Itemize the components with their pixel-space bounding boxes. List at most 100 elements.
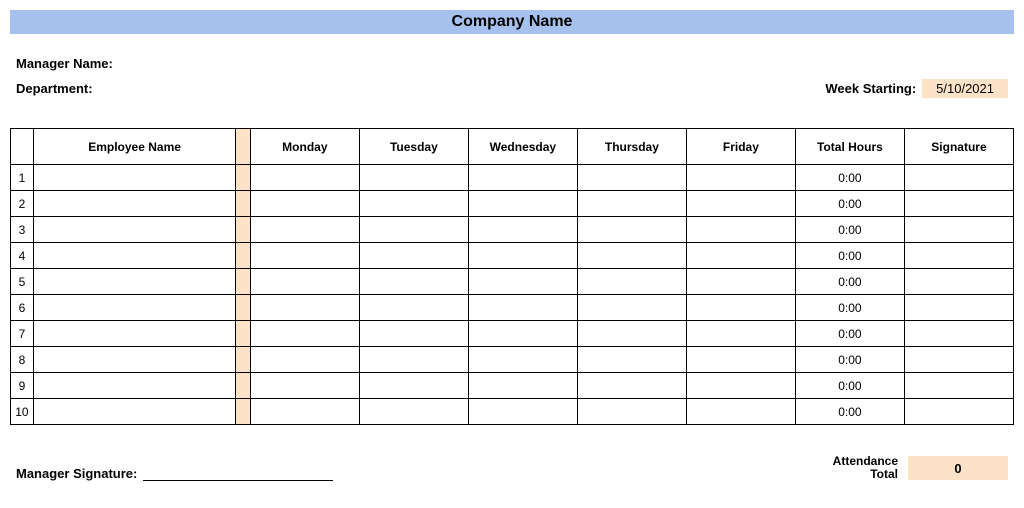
cell-total-hours: 0:00 [795,217,904,243]
cell-tuesday[interactable] [359,399,468,425]
row-index: 4 [11,243,34,269]
week-starting-value[interactable]: 5/10/2021 [922,79,1008,98]
cell-employee-name[interactable] [33,165,235,191]
cell-friday[interactable] [686,399,795,425]
cell-thursday[interactable] [577,243,686,269]
cell-wednesday[interactable] [468,269,577,295]
cell-friday[interactable] [686,347,795,373]
cell-wednesday[interactable] [468,399,577,425]
manager-name-label: Manager Name: [16,56,1008,71]
cell-tuesday[interactable] [359,321,468,347]
manager-signature-label: Manager Signature: [16,466,137,481]
cell-thursday[interactable] [577,399,686,425]
cell-thursday[interactable] [577,373,686,399]
table-row: 8 0:00 [11,347,1014,373]
cell-gap [236,243,251,269]
cell-monday[interactable] [250,191,359,217]
cell-monday[interactable] [250,269,359,295]
cell-friday[interactable] [686,165,795,191]
cell-friday[interactable] [686,191,795,217]
cell-wednesday[interactable] [468,217,577,243]
cell-monday[interactable] [250,243,359,269]
cell-thursday[interactable] [577,269,686,295]
cell-wednesday[interactable] [468,373,577,399]
cell-wednesday[interactable] [468,295,577,321]
cell-signature[interactable] [904,399,1013,425]
cell-wednesday[interactable] [468,243,577,269]
cell-tuesday[interactable] [359,217,468,243]
cell-monday[interactable] [250,399,359,425]
cell-total-hours: 0:00 [795,269,904,295]
cell-friday[interactable] [686,295,795,321]
attendance-total-label: Attendance Total [833,455,898,481]
header-block: Manager Name: Department: Week Starting:… [10,56,1014,98]
cell-tuesday[interactable] [359,243,468,269]
cell-wednesday[interactable] [468,191,577,217]
cell-employee-name[interactable] [33,243,235,269]
cell-wednesday[interactable] [468,347,577,373]
col-employee-name: Employee Name [33,129,235,165]
cell-thursday[interactable] [577,321,686,347]
cell-tuesday[interactable] [359,191,468,217]
cell-friday[interactable] [686,321,795,347]
cell-monday[interactable] [250,217,359,243]
table-row: 60:00 [11,295,1014,321]
cell-signature[interactable] [904,191,1013,217]
row-index: 9 [11,373,34,399]
cell-employee-name[interactable] [33,269,235,295]
table-row: 5 0:00 [11,269,1014,295]
cell-friday[interactable] [686,243,795,269]
cell-thursday[interactable] [577,165,686,191]
department-label: Department: [16,81,825,96]
cell-employee-name[interactable] [33,399,235,425]
cell-monday[interactable] [250,321,359,347]
row-index: 5 [11,269,34,295]
cell-total-hours: 0:00 [795,295,904,321]
cell-signature[interactable] [904,269,1013,295]
cell-tuesday[interactable] [359,165,468,191]
cell-tuesday[interactable] [359,295,468,321]
cell-employee-name[interactable] [33,295,235,321]
row-index: 8 [11,347,34,373]
cell-monday[interactable] [250,295,359,321]
cell-friday[interactable] [686,269,795,295]
cell-friday[interactable] [686,217,795,243]
cell-tuesday[interactable] [359,269,468,295]
cell-employee-name[interactable] [33,191,235,217]
cell-employee-name[interactable] [33,373,235,399]
cell-signature[interactable] [904,347,1013,373]
cell-wednesday[interactable] [468,321,577,347]
row-index: 1 [11,165,34,191]
cell-thursday[interactable] [577,217,686,243]
table-row: 10:00 [11,165,1014,191]
row-index: 2 [11,191,34,217]
cell-friday[interactable] [686,373,795,399]
cell-signature[interactable] [904,217,1013,243]
cell-thursday[interactable] [577,295,686,321]
company-title: Company Name [452,13,573,30]
cell-total-hours: 0:00 [795,373,904,399]
cell-thursday[interactable] [577,191,686,217]
cell-monday[interactable] [250,347,359,373]
cell-total-hours: 0:00 [795,399,904,425]
cell-monday[interactable] [250,373,359,399]
cell-signature[interactable] [904,295,1013,321]
col-monday: Monday [250,129,359,165]
cell-employee-name[interactable] [33,217,235,243]
manager-signature-line[interactable] [143,467,333,481]
cell-tuesday[interactable] [359,347,468,373]
cell-wednesday[interactable] [468,165,577,191]
cell-employee-name[interactable] [33,347,235,373]
cell-gap [236,217,251,243]
cell-employee-name[interactable] [33,321,235,347]
table-row: 9 0:00 [11,373,1014,399]
cell-signature[interactable] [904,165,1013,191]
cell-signature[interactable] [904,373,1013,399]
cell-thursday[interactable] [577,347,686,373]
cell-signature[interactable] [904,243,1013,269]
cell-tuesday[interactable] [359,373,468,399]
cell-monday[interactable] [250,165,359,191]
cell-total-hours: 0:00 [795,347,904,373]
cell-signature[interactable] [904,321,1013,347]
cell-gap [236,399,251,425]
